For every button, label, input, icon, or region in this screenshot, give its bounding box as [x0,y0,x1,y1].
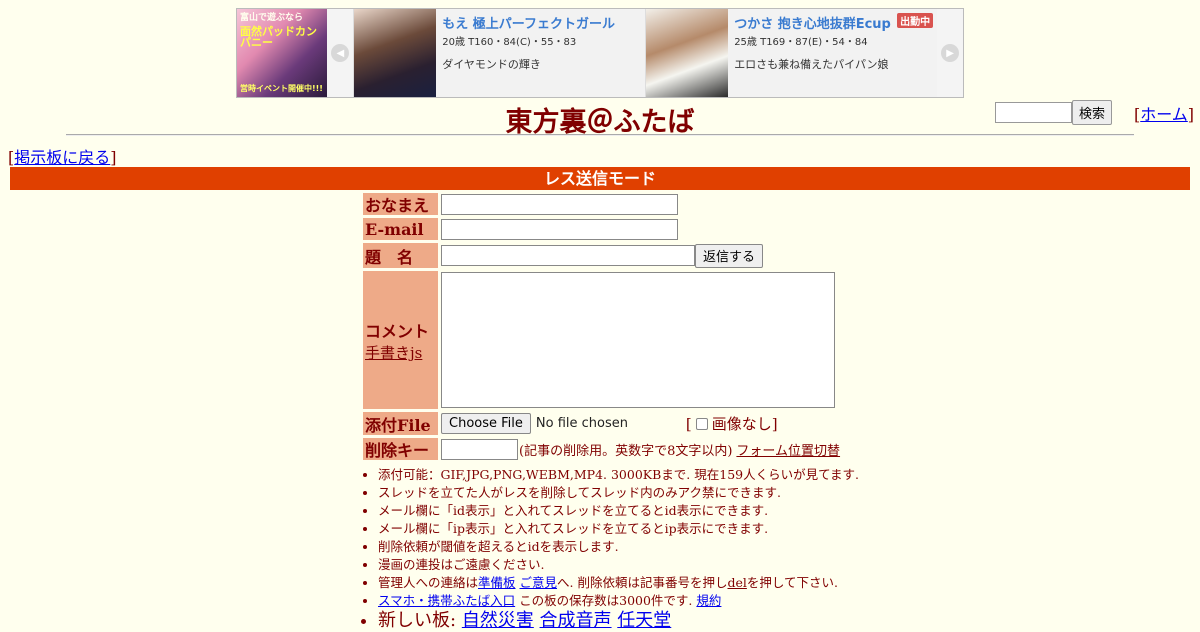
new-board-link[interactable]: 任天堂 [617,610,671,631]
list-item: スマホ・携帯ふたば入口 この板の保存数は3000件です. 規約 [378,592,859,610]
comment-label-cell: コメント 手書きjs [363,271,438,409]
email-field[interactable] [441,218,678,240]
back-to-board-link[interactable]: 掲示板に戻る [14,148,110,167]
name-label: おなまえ [363,193,438,215]
mode-bar: レス送信モード [10,167,1190,190]
goiken-link[interactable]: ご意見 [520,575,558,590]
list-item: 削除依頼が閾値を超えるとidを表示します. [378,538,859,556]
reply-form: おなまえ E-mail 題 名 返信する コメント 手書きjs 添付File C… [363,193,840,463]
comment-textarea[interactable] [441,272,835,408]
noimg-checkbox[interactable] [695,417,708,430]
search-button[interactable]: 検索 [1072,100,1113,125]
new-board-link[interactable]: 合成音声 [540,610,612,631]
rule-text: 漫画の連投はご遠慮ください. [378,557,545,572]
rules-list: 添付可能：GIF,JPG,PNG,WEBM,MP4. 3000KBまで. 現在1… [363,466,859,632]
rule-text: メール欄に「ip表示」と入れてスレッドを立てるとip表示にできます. [378,521,769,536]
banner-logo-line3: 営時イベント開催中!!! [240,84,323,93]
delkey-label: 削除キー [363,438,438,460]
email-label: E-mail [363,218,438,240]
card-desc: エロさも兼ね備えたパイパン娘 [734,58,889,71]
rule-text: 添付可能：GIF,JPG,PNG,WEBM,MP4. 3000KBまで. 現在1… [378,467,859,482]
divider [66,134,1134,136]
card-stats: 20歳 T160・84(C)・55・83 [442,37,577,48]
home-link[interactable]: ホーム [1140,105,1188,124]
list-item: メール欄に「ip表示」と入れてスレッドを立てるとip表示にできます. [378,520,859,538]
submit-button[interactable]: 返信する [695,243,764,268]
file-status: No file chosen [535,416,628,431]
banner-logo-line1: 富山で遊ぶなら [240,13,304,23]
card-desc: ダイヤモンドの輝き [442,58,541,71]
form-toggle-link[interactable]: フォーム位置切替 [736,440,840,459]
list-item: 漫画の連投はご遠慮ください. [378,556,859,574]
rule-text: 管理人への連絡は [378,575,479,590]
name-field[interactable] [441,193,678,215]
subject-label: 題 名 [363,243,438,268]
noimg-label: 画像なし [711,415,772,433]
terms-link[interactable]: 規約 [696,593,721,608]
rule-text: メール欄に「id表示」と入れてスレッドを立てるとid表示にできます. [378,503,769,518]
del-link[interactable]: del [727,575,746,590]
card-stats: 25歳 T169・87(E)・54・84 [734,37,868,48]
chevron-right-icon: ▶ [941,44,960,62]
back-link-wrapper: [掲示板に戻る] [8,148,117,167]
search-input[interactable] [995,102,1072,123]
comment-label: コメント [365,321,430,341]
mobile-entry-link[interactable]: スマホ・携帯ふたば入口 [378,593,515,608]
subject-field[interactable] [441,245,695,266]
list-item: 新しい板: 自然災害 合成音声 任天堂 [378,610,859,632]
banner-next-button[interactable]: ▶ [937,9,963,97]
girl-photo-icon [646,9,729,97]
delete-key-field[interactable] [441,438,518,460]
delkey-note: (記事の削除用。英数字で8文字以内) [519,443,733,459]
banner-logo[interactable]: 富山で遊ぶなら 面然パッドカンパニー 営時イベント開催中!!! [237,9,328,97]
banner-logo-line2: 面然パッドカンパニー [240,25,317,49]
banner-card[interactable]: もえ 極上パーフェクトガール 20歳 T160・84(C)・55・83 ダイヤモ… [353,9,646,97]
banner-ad[interactable]: 富山で遊ぶなら 面然パッドカンパニー 営時イベント開催中!!! ◀ もえ 極上パ… [236,8,964,98]
rule-text: を押して下さい. [746,575,838,590]
search-form: 検索 [995,100,1113,125]
banner-card[interactable]: つかさ 抱き心地抜群Ecup 25歳 T169・87(E)・54・84 エロさも… [645,9,938,97]
file-label: 添付File [363,412,438,435]
new-boards-label: 新しい板: [378,610,457,631]
noimg-option: [画像なし] [685,414,778,434]
new-board-link[interactable]: 自然災害 [462,610,534,631]
junbi-board-link[interactable]: 準備板 [478,575,516,590]
rule-text: スレッドを立てた人がレスを削除してスレッド内のみアク禁にできます. [378,485,781,500]
rule-text: へ. 削除依頼は記事番号を押し [557,575,728,590]
choose-file-button[interactable]: Choose File [441,413,531,434]
tegaki-link[interactable]: 手書きjs [365,342,422,363]
card-name: もえ 極上パーフェクトガール [442,17,615,32]
list-item: 管理人への連絡は準備板 ご意見へ. 削除依頼は記事番号を押しdelを押して下さい… [378,574,859,592]
girl-photo-icon [354,9,437,97]
banner-prev-button[interactable]: ◀ [327,9,354,97]
status-badge: 出勤中 [897,13,934,28]
list-item: メール欄に「id表示」と入れてスレッドを立てるとid表示にできます. [378,502,859,520]
home-link-wrapper: [ホーム] [1134,105,1195,124]
rule-text: 削除依頼が閾値を超えるとidを表示します. [378,539,619,554]
chevron-left-icon: ◀ [331,44,350,62]
list-item: スレッドを立てた人がレスを削除してスレッド内のみアク禁にできます. [378,484,859,502]
list-item: 添付可能：GIF,JPG,PNG,WEBM,MP4. 3000KBまで. 現在1… [378,466,859,484]
rule-text: この板の保存数は3000件です. [519,593,693,608]
